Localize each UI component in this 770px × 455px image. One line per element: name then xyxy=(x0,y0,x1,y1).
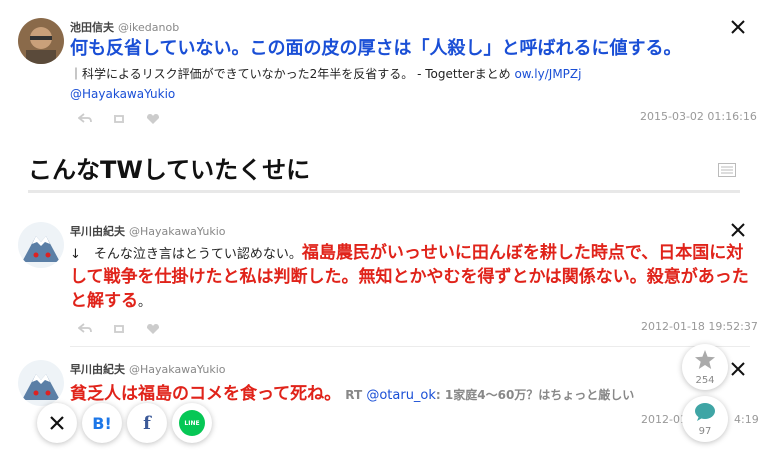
author-line: 早川由紀夫 @HayakawaYukio xyxy=(70,223,226,239)
retweet-icon[interactable] xyxy=(112,110,126,123)
comment-button[interactable]: 97 xyxy=(682,396,728,442)
reply-icon[interactable] xyxy=(77,110,92,123)
tweet-actions xyxy=(77,320,160,334)
tweet-timestamp[interactable]: 2012-01-18 19:52:37 xyxy=(641,320,758,333)
author-handle[interactable]: @ikedanob xyxy=(118,21,179,34)
headline-text: 何も反省していない。この面の皮の厚さは「人殺し」と呼ばれるに値する。 xyxy=(70,38,682,59)
line-label: LINE xyxy=(184,419,200,427)
hatebu-icon: B! xyxy=(92,413,112,433)
heading-divider xyxy=(28,190,740,193)
rt-label: RT xyxy=(345,388,363,402)
tweet-actions xyxy=(77,110,160,124)
author-name[interactable]: 早川由紀夫 xyxy=(70,225,125,238)
comment-icon xyxy=(695,403,715,421)
avatar-ikedanob[interactable] xyxy=(18,18,64,64)
tweet-body: ↓ そんな泣き言はとうてい認めない。福島農民がいっせいに田んぼを耕した時点で、日… xyxy=(70,242,752,314)
list-icon[interactable] xyxy=(718,163,736,177)
author-name[interactable]: 池田信夫 xyxy=(70,21,114,34)
author-name[interactable]: 早川由紀夫 xyxy=(70,363,125,376)
avatar-hayakawa[interactable] xyxy=(18,360,64,406)
author-line: 早川由紀夫 @HayakawaYukio xyxy=(70,361,226,377)
short-link[interactable]: ow.ly/JMPZj xyxy=(514,67,581,81)
star-icon xyxy=(695,350,715,369)
retweet-icon[interactable] xyxy=(112,320,126,333)
share-line-button[interactable]: LINE xyxy=(172,403,212,443)
author-handle[interactable]: @HayakawaYukio xyxy=(129,363,226,376)
share-facebook-button[interactable]: f xyxy=(127,403,167,443)
tweet-timestamp-partial[interactable]: 2012-01 xyxy=(641,413,687,426)
mention-link[interactable]: @HayakawaYukio xyxy=(70,87,175,101)
tweet-timestamp[interactable]: 2015-03-02 01:16:16 xyxy=(640,110,757,123)
share-hatebu-button[interactable]: B! xyxy=(82,403,122,443)
like-icon[interactable] xyxy=(146,110,160,124)
facebook-icon: f xyxy=(143,412,151,434)
favorites-count: 254 xyxy=(695,375,715,386)
author-handle[interactable]: @HayakawaYukio xyxy=(129,225,226,238)
tweet-headline: 何も反省していない。この面の皮の厚さは「人殺し」と呼ばれるに値する。 xyxy=(70,38,760,61)
rt-text: : 1家庭4〜60万？はちょっと厳しい xyxy=(435,388,635,402)
rt-mention[interactable]: @otaru_ok xyxy=(366,388,436,403)
section-heading: こんなTWしていたくせに xyxy=(28,156,311,184)
favorite-button[interactable]: 254 xyxy=(682,344,728,390)
tweet-suffix: 。 xyxy=(138,295,152,310)
subtext: ｜科学によるリスク評価ができていなかった2年半を反省する。 - Togetter… xyxy=(70,67,511,81)
x-logo-icon[interactable] xyxy=(731,20,745,34)
like-icon[interactable] xyxy=(146,320,160,334)
reply-icon[interactable] xyxy=(77,320,92,333)
x-logo-icon[interactable] xyxy=(731,362,745,376)
avatar-hayakawa[interactable] xyxy=(18,222,64,268)
line-icon: LINE xyxy=(179,410,205,436)
tweet-mention-line: @HayakawaYukio xyxy=(70,84,175,105)
tweet-subtext: ｜科学によるリスク評価ができていなかった2年半を反省する。 - Togetter… xyxy=(70,64,760,85)
x-logo-icon[interactable] xyxy=(731,223,745,237)
x-logo-icon xyxy=(50,416,64,430)
tweet-separator xyxy=(70,346,750,347)
comments-count: 97 xyxy=(698,426,712,437)
share-x-button[interactable] xyxy=(37,403,77,443)
author-line: 池田信夫 @ikedanob xyxy=(70,19,179,35)
tweet-highlight: 貧乏人は福島のコメを食って死ね。 xyxy=(70,384,342,404)
tweet-timestamp-partial-end: 4:19 xyxy=(734,413,759,426)
tweet-body: 貧乏人は福島のコメを食って死ね。 RT @otaru_ok: 1家庭4〜60万？… xyxy=(70,384,710,406)
tweet-prefix: ↓ そんな泣き言はとうてい認めない。 xyxy=(70,247,302,262)
